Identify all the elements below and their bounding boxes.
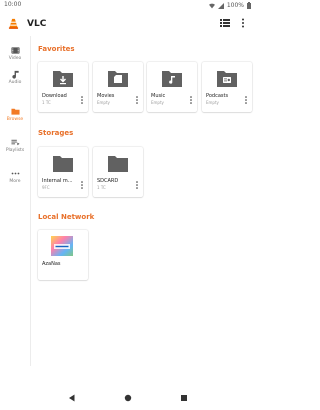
card-subtitle: 1 TC [42,100,51,105]
nav-divider [30,36,31,366]
nav-item-audio[interactable]: Audio [0,70,30,94]
favorite-card-movies[interactable]: Movies Empty [93,62,143,112]
status-icons: 100% [208,1,251,9]
card-title: AzaNas [42,261,61,267]
card-more-icon[interactable] [80,180,84,190]
nav-label-video: Video [8,56,22,61]
favorite-card-music[interactable]: Music Empty [147,62,197,112]
signal-icon [217,2,224,9]
card-subtitle: 1 TC [97,185,106,190]
status-bar: 10:00 100% [0,0,256,12]
podcast-folder-icon [217,71,237,87]
folder-icon [53,156,73,172]
storage-card-sdcard[interactable]: SDCARD 1 TC [93,147,143,197]
card-title: Podcasts [206,93,229,99]
card-more-icon[interactable] [244,95,248,105]
storage-card-internal[interactable]: Internal m... 9FC [38,147,88,197]
nav-item-playlists[interactable]: Playlists [0,138,30,162]
card-title: Movies [97,93,115,99]
card-more-icon[interactable] [80,95,84,105]
card-title: Download [42,93,67,99]
nav-label-audio: Audio [8,80,22,85]
card-more-icon[interactable] [189,95,193,105]
section-title-favorites: Favorites [38,45,75,53]
card-more-icon[interactable] [135,180,139,190]
nav-item-video[interactable]: Video [0,46,30,70]
app-title: VLC [27,19,47,29]
download-folder-icon [53,71,73,87]
folder-icon [108,156,128,172]
nav-label-browse: Browse [6,117,24,122]
nav-label-more: More [9,179,21,184]
nas-icon [51,236,73,256]
favorite-card-download[interactable]: Download 1 TC [38,62,88,112]
card-title: SDCARD [97,178,119,184]
battery-text: 100% [226,1,244,9]
card-title: Internal m... [42,178,73,184]
list-view-icon[interactable] [220,18,230,28]
folder-icon [10,108,20,115]
movie-folder-icon [108,71,128,87]
video-icon [10,47,20,54]
battery-icon [247,2,251,9]
more-horiz-icon [11,172,19,175]
card-title: Music [151,93,166,99]
more-options-icon[interactable] [238,18,248,28]
network-card-azanas[interactable]: AzaNas [38,230,88,280]
card-subtitle: Empty [206,100,219,105]
playlist-icon [10,139,20,146]
card-subtitle: Empty [151,100,164,105]
side-nav: Video Audio Browse Playlists More [0,40,30,200]
card-subtitle: Empty [97,100,110,105]
back-icon[interactable] [68,394,76,402]
favorite-card-podcasts[interactable]: Podcasts Empty [202,62,252,112]
section-title-local-network: Local Network [38,213,95,221]
nav-item-more[interactable]: More [0,169,30,193]
status-time: 10:00 [4,1,22,8]
nav-label-playlists: Playlists [5,148,25,153]
recents-icon[interactable] [180,394,188,402]
music-folder-icon [162,71,182,87]
app-bar: VLC [0,12,256,36]
wifi-icon [208,3,215,8]
nav-item-browse[interactable]: Browse [0,107,30,131]
home-icon[interactable] [124,394,132,402]
card-subtitle: 9FC [42,185,50,190]
music-note-icon [11,70,19,79]
section-title-storages: Storages [38,129,74,137]
system-nav-bar [0,388,256,410]
vlc-logo-icon [8,18,19,29]
card-more-icon[interactable] [135,95,139,105]
